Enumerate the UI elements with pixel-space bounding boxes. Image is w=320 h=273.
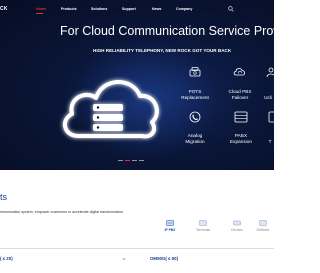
user-icon [266, 67, 274, 77]
nav-products[interactable]: Products [61, 7, 77, 11]
feature-analog-line1: Analog [187, 133, 203, 138]
feature-ucli[interactable]: Ucli [248, 89, 274, 101]
tab-ip-pbx-label: IP PBX [164, 228, 176, 232]
feature-pabx-line2: Expansion [230, 139, 252, 144]
hero-title: For Cloud Communication Service Provi [60, 24, 274, 38]
nav-company[interactable]: Company [176, 7, 192, 11]
carousel-dot[interactable] [139, 160, 144, 162]
feature-pots[interactable]: POTS Replacement [175, 89, 215, 101]
section-title: ts [0, 192, 8, 202]
software-icon [259, 220, 267, 226]
feature-t-line2: T [268, 139, 272, 144]
nav-news[interactable]: News [152, 7, 161, 11]
device-icon [268, 111, 274, 123]
hero-subtitle: HIGH RELIABILITY TELEPHONY, NEW ROCK GOT… [93, 48, 232, 53]
ip-pbx-icon [166, 220, 174, 226]
tab-devices[interactable]: Devices [226, 220, 248, 232]
feature-pabx-line1: PABX [234, 133, 248, 138]
tab-software-label: Software [256, 228, 270, 232]
pabx-icon [234, 111, 248, 123]
carousel-dot-active[interactable] [125, 160, 130, 162]
terminals-icon [199, 220, 207, 226]
divider [0, 248, 274, 249]
feature-ucli-line2: Ucli [264, 95, 272, 100]
top-nav: CK Home Products Solutions Support News … [0, 0, 274, 20]
nav-support[interactable]: Support [122, 7, 136, 11]
nav-active-indicator [36, 12, 43, 14]
nav-solutions[interactable]: Solutions [91, 7, 107, 11]
tab-devices-label: Devices [231, 228, 243, 232]
telephone-icon [189, 67, 201, 77]
logo[interactable]: CK [0, 6, 8, 12]
feature-t[interactable]: T [250, 133, 274, 145]
products-section: ts mmunication system, empower customers… [0, 170, 274, 273]
model-item[interactable]: ( ≤ 20) [0, 256, 13, 261]
feature-pots-line1: POTS [188, 89, 202, 94]
devices-icon [233, 220, 241, 226]
section-description: mmunication system, empower customers to… [0, 210, 124, 214]
feature-cloud-pbx-line2: Failover [231, 95, 249, 100]
feature-analog[interactable]: Analog Migration [175, 133, 215, 145]
feature-analog-line2: Migration [185, 139, 205, 144]
search-icon[interactable] [228, 6, 234, 12]
hero-banner: CK Home Products Solutions Support News … [0, 0, 274, 170]
cloud-server-icon [62, 80, 159, 139]
carousel-dot[interactable] [118, 160, 123, 162]
analog-phone-icon [189, 111, 201, 123]
cloud-sync-icon [233, 68, 245, 76]
carousel-dot[interactable] [132, 160, 137, 162]
model-item-om50g[interactable]: OM50G( ≤ 50) [150, 256, 178, 261]
tab-terminals-label: Terminals [195, 228, 211, 232]
feature-pots-line2: Replacement [181, 95, 209, 100]
tab-ip-pbx[interactable]: IP PBX [159, 220, 181, 232]
tab-terminals[interactable]: Terminals [192, 220, 214, 232]
chevron-down-icon[interactable] [122, 257, 126, 261]
nav-home[interactable]: Home [36, 7, 46, 11]
tab-software[interactable]: Software [252, 220, 274, 232]
